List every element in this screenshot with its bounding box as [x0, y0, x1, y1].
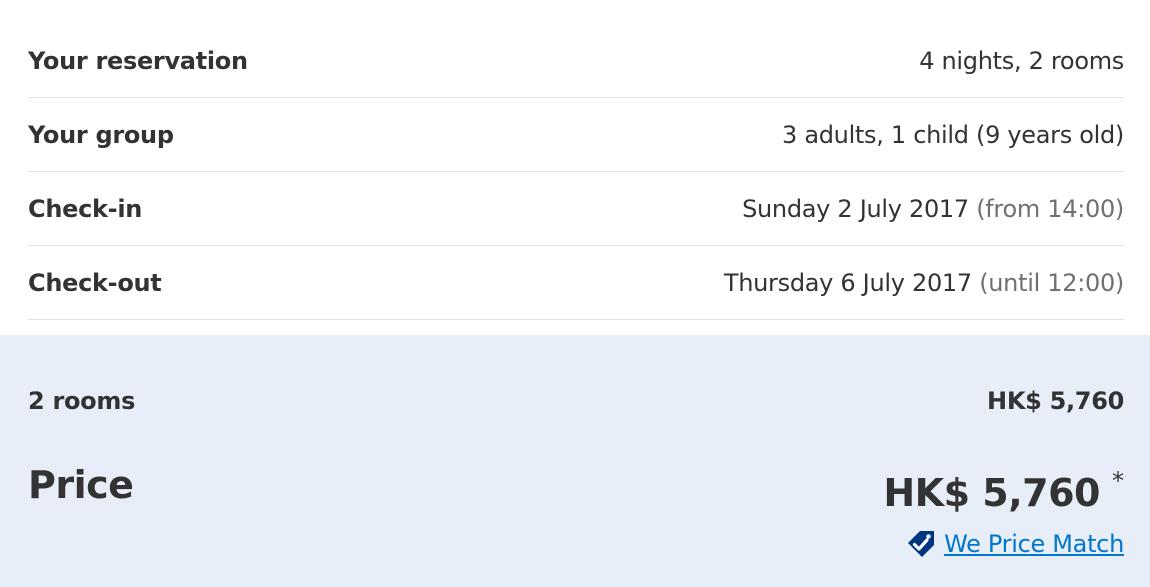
price-match-link[interactable]: We Price Match [904, 527, 1124, 561]
check-out-date: Thursday 6 July 2017 [723, 268, 972, 297]
check-in-value: Sunday 2 July 2017 (from 14:00) [742, 195, 1124, 223]
rooms-label: 2 rooms [28, 387, 136, 415]
check-in-time: (from 14:00) [976, 194, 1124, 223]
check-out-label: Check-out [28, 268, 162, 297]
check-in-row: Check-in Sunday 2 July 2017 (from 14:00) [28, 172, 1124, 246]
reservation-summary: Your reservation 4 nights, 2 rooms Your … [0, 0, 1150, 335]
reservation-row: Your reservation 4 nights, 2 rooms [28, 24, 1124, 98]
reservation-value: 4 nights, 2 rooms [919, 46, 1124, 75]
price-tag-check-icon [904, 527, 938, 561]
check-out-value: Thursday 6 July 2017 (until 12:00) [724, 269, 1124, 297]
price-label: Price [28, 463, 134, 507]
total-amount: HK$ 5,760 [883, 471, 1100, 515]
rooms-amount: HK$ 5,760 [987, 387, 1124, 415]
reservation-label: Your reservation [28, 46, 248, 75]
check-out-row: Check-out Thursday 6 July 2017 (until 12… [28, 246, 1124, 320]
check-in-date: Sunday 2 July 2017 [742, 194, 969, 223]
total-asterisk: * [1112, 467, 1124, 495]
group-label: Your group [28, 120, 174, 149]
group-row: Your group 3 adults, 1 child (9 years ol… [28, 98, 1124, 172]
check-out-time: (until 12:00) [979, 268, 1124, 297]
group-value: 3 adults, 1 child (9 years old) [782, 120, 1124, 149]
price-panel: 2 rooms HK$ 5,760 Price HK$ 5,760 * We P… [0, 335, 1150, 587]
price-match-label: We Price Match [944, 530, 1124, 558]
rooms-line: 2 rooms HK$ 5,760 [28, 387, 1124, 415]
check-in-label: Check-in [28, 194, 143, 223]
total-price: HK$ 5,760 * [883, 467, 1124, 515]
